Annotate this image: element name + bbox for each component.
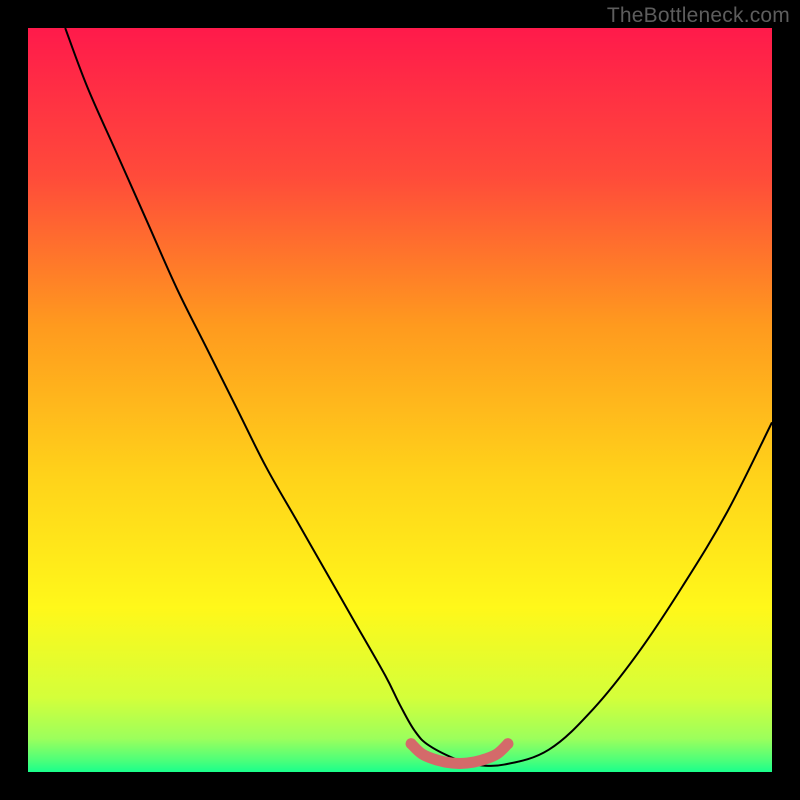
watermark-text: TheBottleneck.com bbox=[607, 4, 790, 28]
chart-frame: TheBottleneck.com bbox=[0, 0, 800, 800]
series-optimal-range-marker-endpoint bbox=[406, 738, 417, 749]
series-optimal-range-marker-endpoint bbox=[502, 738, 513, 749]
plot-area bbox=[28, 28, 772, 772]
chart-background bbox=[28, 28, 772, 772]
chart-svg bbox=[28, 28, 772, 772]
